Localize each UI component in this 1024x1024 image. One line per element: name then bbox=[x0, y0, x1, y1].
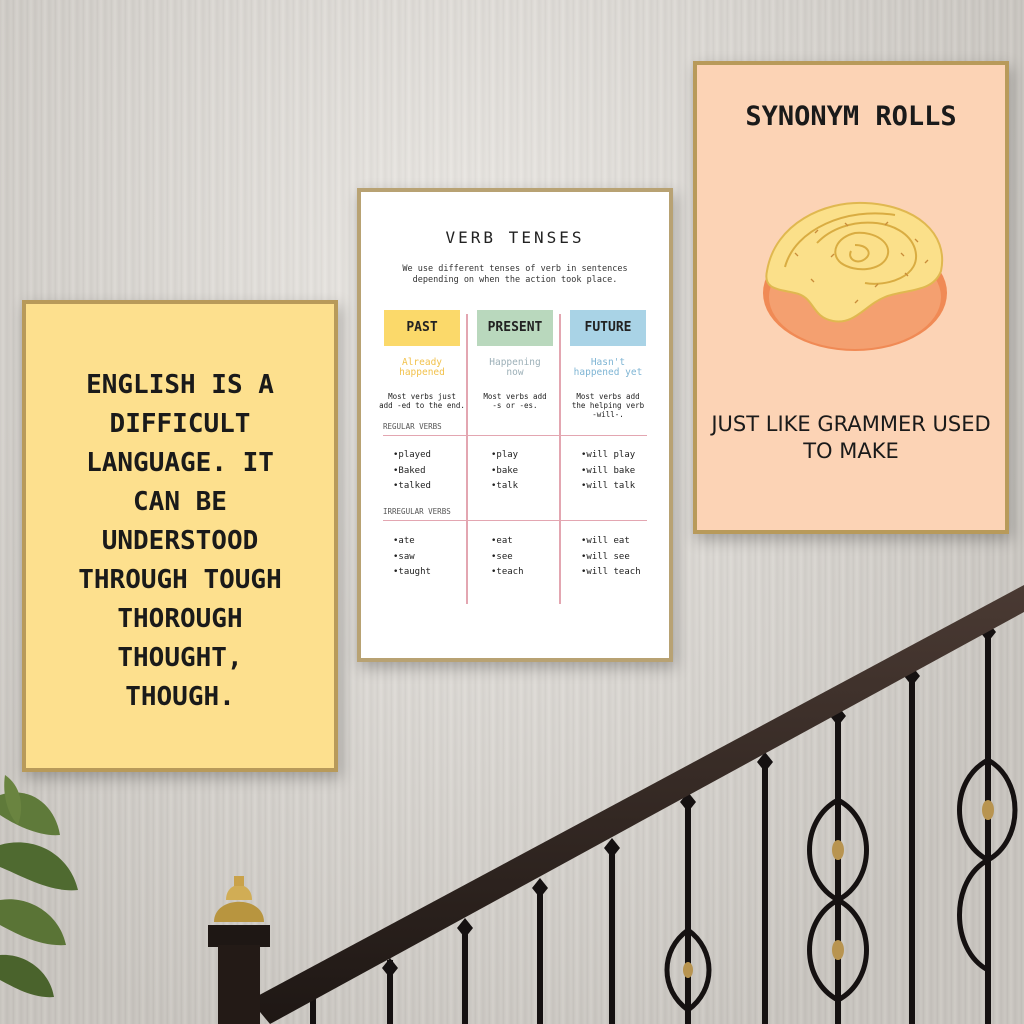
balusters bbox=[310, 630, 991, 1024]
stair-railing bbox=[208, 585, 1024, 1024]
handrail bbox=[250, 585, 1024, 1024]
